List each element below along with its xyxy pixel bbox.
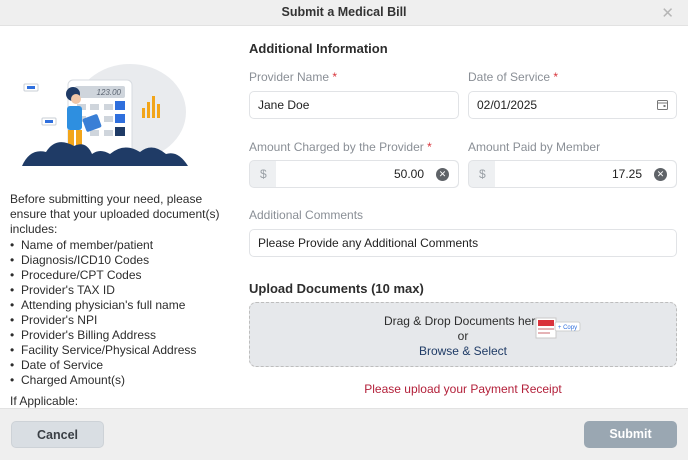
provider-name-label: Provider Name * xyxy=(249,70,338,84)
list-item: Provider's TAX ID xyxy=(10,283,242,298)
svg-text:123.00: 123.00 xyxy=(97,88,122,97)
date-of-service-label: Date of Service * xyxy=(468,70,559,84)
file-drag-copy-icon: + Copy xyxy=(535,317,581,339)
amount-charged-input[interactable]: $ 50.00 ✕ xyxy=(249,160,459,188)
list-item: Procedure/CPT Codes xyxy=(10,268,242,283)
amount-paid-input[interactable]: $ 17.25 ✕ xyxy=(468,160,677,188)
list-item: Charged Amount(s) xyxy=(10,373,242,388)
required-items-list: Name of member/patient Diagnosis/ICD10 C… xyxy=(10,238,242,388)
amount-charged-value: 50.00 xyxy=(393,167,424,181)
list-item: Name of member/patient xyxy=(10,238,242,253)
list-item: Provider's Billing Address xyxy=(10,328,242,343)
browse-select-link[interactable]: Browse & Select xyxy=(250,344,676,358)
list-item: Facility Service/Physical Address xyxy=(10,343,242,358)
calculator-illustration: 123.00 xyxy=(22,64,188,166)
currency-symbol: $ xyxy=(479,167,486,181)
upload-dropzone[interactable]: Drag & Drop Documents here or Browse & S… xyxy=(249,302,677,367)
list-item: Diagnosis/ICD10 Codes xyxy=(10,253,242,268)
dialog-title: Submit a Medical Bill xyxy=(281,5,407,19)
amount-charged-label: Amount Charged by the Provider * xyxy=(249,140,432,154)
dialog-footer: Cancel Submit xyxy=(0,408,688,460)
provider-name-input[interactable]: Jane Doe xyxy=(249,91,459,119)
dialog-header: Submit a Medical Bill ✕ xyxy=(0,0,688,26)
required-marker: * xyxy=(427,140,432,154)
additional-comments-placeholder: Please Provide any Additional Comments xyxy=(258,236,479,250)
required-marker: * xyxy=(553,70,559,84)
close-icon[interactable]: ✕ xyxy=(661,4,674,22)
list-item: Attending physician's full name xyxy=(10,298,242,313)
clear-icon[interactable]: ✕ xyxy=(436,168,449,181)
required-marker: * xyxy=(332,70,338,84)
additional-comments-label: Additional Comments xyxy=(249,208,364,222)
cancel-button[interactable]: Cancel xyxy=(11,421,104,448)
amount-paid-value: 17.25 xyxy=(611,167,642,181)
section-title-additional-information: Additional Information xyxy=(249,41,388,56)
additional-comments-input[interactable]: Please Provide any Additional Comments xyxy=(249,229,677,257)
amount-paid-label: Amount Paid by Member xyxy=(468,140,601,154)
provider-name-value: Jane Doe xyxy=(258,98,310,112)
list-item: Date of Service xyxy=(10,358,242,373)
svg-text:+ Copy: + Copy xyxy=(558,325,577,331)
submit-button[interactable]: Submit xyxy=(584,421,677,448)
clear-icon[interactable]: ✕ xyxy=(654,168,667,181)
drag-drop-text: Drag & Drop Documents here xyxy=(383,314,543,328)
instructions-intro: Before submitting your need, please ensu… xyxy=(10,192,220,236)
upload-error-message: Please upload your Payment Receipt xyxy=(364,382,562,396)
date-of-service-input[interactable]: 02/01/2025 xyxy=(468,91,677,119)
instructions: Before submitting your need, please ensu… xyxy=(10,192,242,410)
date-of-service-value: 02/01/2025 xyxy=(477,98,538,112)
list-item: Provider's NPI xyxy=(10,313,242,328)
if-applicable-text: If Applicable: xyxy=(10,394,79,408)
upload-documents-title: Upload Documents (10 max) xyxy=(249,281,424,296)
calendar-icon[interactable] xyxy=(657,99,668,110)
or-text: or xyxy=(457,329,469,343)
currency-symbol: $ xyxy=(260,167,267,181)
